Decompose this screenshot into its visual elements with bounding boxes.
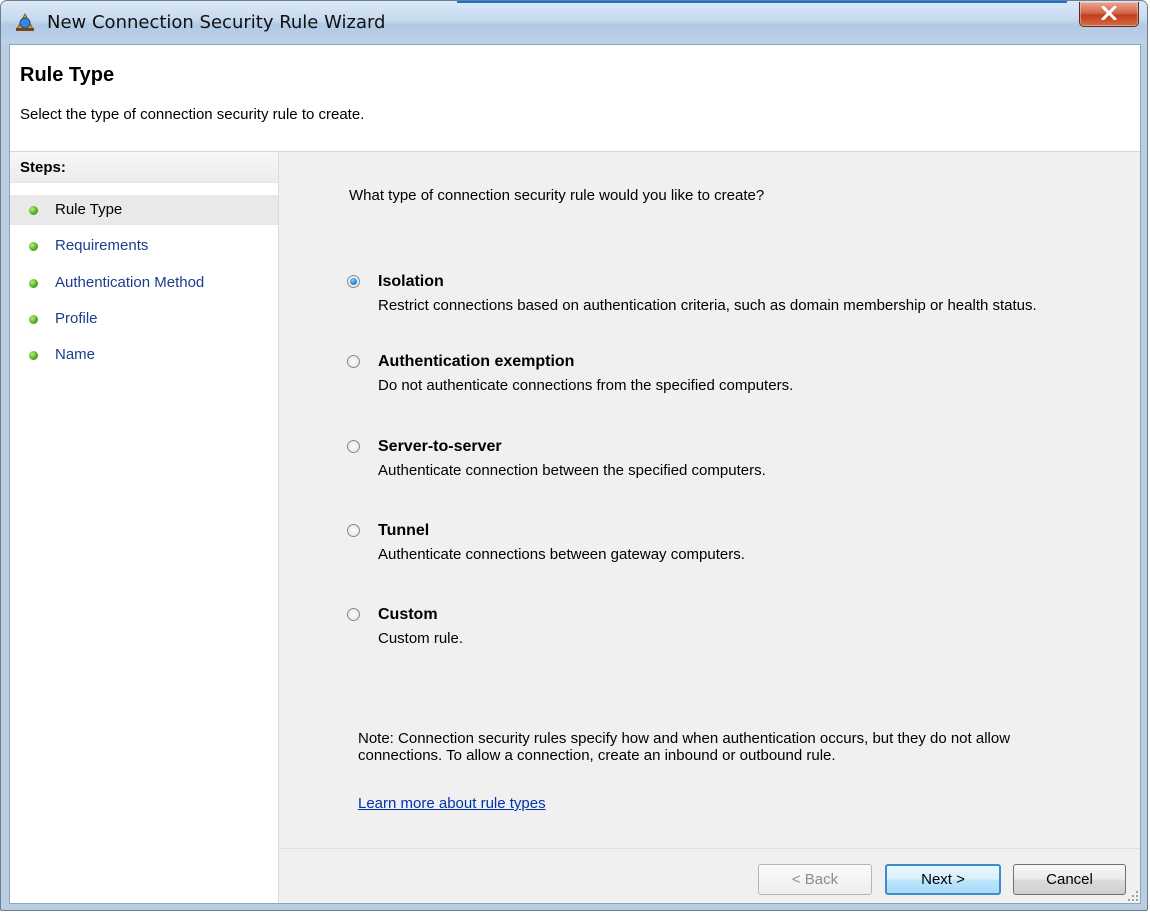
footer-divider	[279, 848, 1140, 849]
cancel-button[interactable]: Cancel	[1013, 864, 1126, 895]
green-bullet-icon	[29, 242, 38, 251]
title-bar[interactable]: New Connection Security Rule Wizard	[1, 1, 1147, 44]
back-button[interactable]: < Back	[758, 864, 872, 895]
step-name[interactable]: Name	[10, 340, 278, 370]
radio-custom[interactable]	[347, 608, 360, 621]
window-title: New Connection Security Rule Wizard	[47, 12, 386, 33]
steps-header: Steps:	[10, 152, 278, 183]
option-title[interactable]: Tunnel	[378, 522, 429, 540]
step-label: Name	[55, 346, 96, 363]
steps-panel: Steps: Rule Type Requirements Authentica…	[10, 152, 279, 903]
steps-title: Steps:	[20, 159, 66, 176]
step-authentication-method[interactable]: Authentication Method	[10, 268, 278, 298]
option-description: Custom rule.	[378, 630, 464, 647]
step-label: Requirements	[55, 237, 149, 254]
step-profile[interactable]: Profile	[10, 304, 278, 334]
green-bullet-icon	[29, 351, 38, 360]
option-description: Authenticate connections between gateway…	[378, 546, 745, 563]
option-title[interactable]: Server-to-server	[378, 438, 502, 456]
option-title[interactable]: Isolation	[378, 273, 444, 291]
shield-globe-icon	[13, 11, 37, 33]
step-label: Profile	[55, 310, 98, 327]
green-bullet-icon	[29, 279, 38, 288]
next-button[interactable]: Next >	[885, 864, 1001, 895]
close-icon	[1101, 6, 1117, 20]
step-rule-type[interactable]: Rule Type	[10, 195, 278, 225]
radio-isolation[interactable]	[347, 275, 360, 288]
note-text: Note: Connection security rules specify …	[358, 730, 1011, 764]
title-accent-line	[457, 1, 1067, 3]
step-requirements[interactable]: Requirements	[10, 231, 278, 261]
wizard-header: Rule Type Select the type of connection …	[10, 45, 1140, 152]
wizard-window: New Connection Security Rule Wizard Rule…	[0, 0, 1148, 911]
option-title[interactable]: Authentication exemption	[378, 353, 574, 371]
question-text: What type of connection security rule wo…	[349, 187, 765, 204]
page-title: Rule Type	[20, 64, 115, 86]
radio-authentication-exemption[interactable]	[347, 355, 360, 368]
radio-server-to-server[interactable]	[347, 440, 360, 453]
resize-grip-icon[interactable]	[1126, 889, 1140, 903]
learn-more-link[interactable]: Learn more about rule types	[358, 795, 546, 812]
green-bullet-icon	[29, 315, 38, 324]
option-description: Do not authenticate connections from the…	[378, 377, 794, 394]
option-description: Restrict connections based on authentica…	[378, 297, 1037, 314]
page-subtitle: Select the type of connection security r…	[20, 106, 365, 123]
option-description: Authenticate connection between the spec…	[378, 462, 766, 479]
step-label: Authentication Method	[55, 274, 205, 291]
step-label: Rule Type	[55, 201, 123, 218]
close-button[interactable]	[1079, 2, 1139, 27]
main-panel: What type of connection security rule wo…	[279, 152, 1140, 903]
option-title[interactable]: Custom	[378, 606, 438, 624]
wizard-content: Rule Type Select the type of connection …	[9, 44, 1141, 904]
radio-tunnel[interactable]	[347, 524, 360, 537]
green-bullet-icon	[29, 206, 38, 215]
